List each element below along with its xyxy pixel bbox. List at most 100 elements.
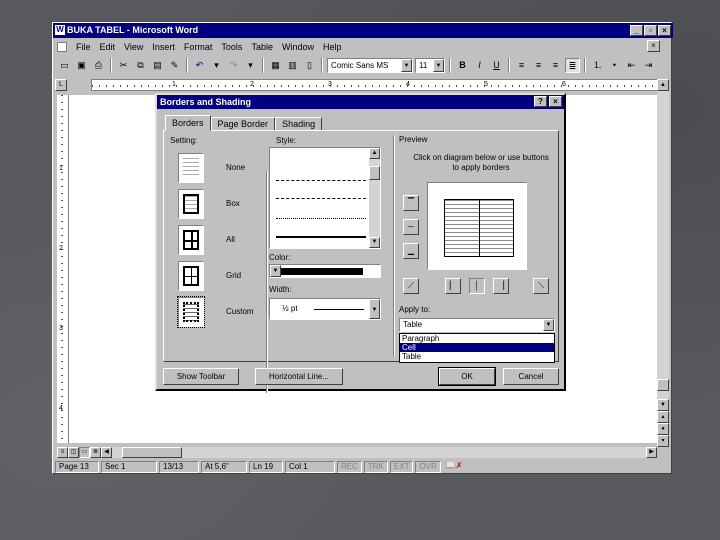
underline-icon[interactable]: U (489, 58, 504, 73)
scroll-right-icon[interactable]: ▶ (646, 446, 657, 458)
next-page-icon[interactable]: ▾ (657, 435, 669, 447)
chevron-down-icon[interactable]: ▼ (433, 58, 444, 72)
print-layout-view-icon[interactable]: ▭ (79, 446, 90, 458)
select-browse-object-icon[interactable]: ● (657, 423, 669, 435)
setting-custom[interactable]: Custom (177, 296, 254, 328)
menu-insert[interactable]: Insert (152, 42, 175, 52)
preview-diagram[interactable] (427, 182, 527, 270)
menu-help[interactable]: Help (323, 42, 342, 52)
align-center-icon[interactable]: ≡ (531, 58, 546, 73)
status-ovr[interactable]: OVR (415, 460, 441, 473)
right-border-icon[interactable]: ▕ (493, 278, 509, 294)
dialog-title-bar[interactable]: Borders and Shading ? × (157, 95, 564, 109)
align-left-icon[interactable]: ≡ (514, 58, 529, 73)
title-bar[interactable]: W BUKA TABEL - Microsoft Word _ ▫ × (53, 23, 673, 38)
copy-icon[interactable]: ⧉ (133, 58, 148, 73)
bullets-icon[interactable]: • (607, 58, 622, 73)
decrease-indent-icon[interactable]: ⇤ (624, 58, 639, 73)
setting-all[interactable]: All (178, 225, 235, 255)
align-right-icon[interactable]: ≡ (548, 58, 563, 73)
increase-indent-icon[interactable]: ⇥ (641, 58, 656, 73)
bold-icon[interactable]: B (455, 58, 470, 73)
menu-window[interactable]: Window (282, 42, 314, 52)
font-name-combo[interactable]: Comic Sans MS ▼ (327, 57, 413, 73)
bottom-border-icon[interactable]: ▁ (403, 243, 419, 259)
justify-icon[interactable]: ≣ (565, 57, 580, 73)
status-rec[interactable]: REC (337, 460, 362, 473)
format-painter-icon[interactable]: ✎ (167, 58, 182, 73)
chevron-down-icon[interactable]: ▼ (401, 58, 412, 72)
scroll-thumb[interactable] (657, 379, 669, 391)
vertical-ruler[interactable]: 1 2 3 4 (57, 95, 69, 443)
tab-page-border[interactable]: Page Border (210, 117, 276, 131)
insert-table-icon[interactable]: ▥ (285, 58, 300, 73)
undo-icon[interactable]: ↶ (192, 58, 207, 73)
style-option-double[interactable] (276, 236, 366, 238)
numbering-icon[interactable]: ⒈ (590, 58, 605, 73)
horizontal-ruler[interactable]: 1 2 3 4 5 6 (91, 79, 661, 91)
horizontal-scroll-track[interactable] (112, 446, 646, 458)
redo-icon[interactable]: ↷ (226, 58, 241, 73)
save-icon[interactable]: ▣ (74, 58, 89, 73)
scroll-thumb[interactable] (369, 166, 380, 180)
menu-table[interactable]: Table (251, 42, 273, 52)
ok-button[interactable]: OK (438, 367, 496, 386)
apply-to-combo[interactable]: Table ▼ (399, 318, 555, 332)
scroll-up-icon[interactable]: ▲ (657, 79, 669, 91)
menu-file[interactable]: File (76, 42, 91, 52)
close-button[interactable]: × (658, 25, 671, 36)
scroll-left-icon[interactable]: ◀ (101, 446, 112, 458)
tab-selector-icon[interactable]: L (55, 79, 67, 91)
font-size-combo[interactable]: 11 ▼ (415, 57, 445, 73)
undo-dropdown-icon[interactable]: ▾ (209, 58, 224, 73)
document-icon[interactable] (57, 41, 67, 52)
top-border-icon[interactable]: ▔ (403, 195, 419, 211)
style-scrollbar[interactable]: ▲ ▼ (369, 148, 380, 248)
help-button[interactable]: ? (534, 96, 547, 107)
left-border-icon[interactable]: ▏ (445, 278, 461, 294)
apply-option-cell[interactable]: Cell (400, 343, 554, 352)
normal-view-icon[interactable]: ≡ (57, 446, 68, 458)
style-option-dash-dot[interactable] (276, 198, 366, 199)
redo-dropdown-icon[interactable]: ▾ (243, 58, 258, 73)
print-icon[interactable]: ⎙ (91, 58, 106, 73)
scroll-down-icon[interactable]: ▼ (657, 399, 669, 411)
show-toolbar-button[interactable]: Show Toolbar (163, 368, 239, 385)
tables-borders-icon[interactable]: ▦ (268, 58, 283, 73)
color-combo[interactable]: ▼ (269, 264, 381, 278)
minimize-button[interactable]: _ (630, 25, 643, 36)
style-option-dash-dot-dot[interactable] (276, 218, 366, 219)
setting-box[interactable]: Box (178, 189, 240, 219)
inside-vertical-border-icon[interactable]: │ (469, 278, 485, 294)
chevron-down-icon[interactable]: ▼ (543, 319, 554, 331)
preview-table[interactable] (444, 199, 514, 257)
cancel-button[interactable]: Cancel (503, 368, 559, 385)
tab-borders[interactable]: Borders (165, 115, 211, 131)
new-document-icon[interactable]: ▭ (57, 58, 72, 73)
status-ext[interactable]: EXT (389, 460, 414, 473)
diagonal-up-border-icon[interactable]: ⟍ (533, 278, 549, 294)
inside-horizontal-border-icon[interactable]: ─ (403, 219, 419, 235)
menu-view[interactable]: View (124, 42, 143, 52)
menu-tools[interactable]: Tools (221, 42, 242, 52)
outline-view-icon[interactable]: ≣ (90, 446, 101, 458)
chevron-down-icon[interactable]: ▼ (369, 299, 380, 319)
tab-shading[interactable]: Shading (275, 117, 323, 131)
apply-option-table[interactable]: Table (400, 352, 554, 361)
setting-none[interactable]: None (178, 153, 245, 183)
apply-option-paragraph[interactable]: Paragraph (400, 334, 554, 343)
vertical-scrollbar[interactable]: ▲ ▼ ▴ ● ▾ (657, 79, 669, 447)
columns-icon[interactable]: ▯ (302, 58, 317, 73)
menu-format[interactable]: Format (184, 42, 213, 52)
paste-icon[interactable]: ▤ (150, 58, 165, 73)
style-listbox[interactable]: ▲ ▼ (269, 147, 381, 249)
setting-grid[interactable]: Grid (178, 261, 241, 291)
restore-button[interactable]: ▫ (644, 25, 657, 36)
document-close-button[interactable]: × (647, 40, 660, 52)
scroll-down-icon[interactable]: ▼ (369, 237, 380, 248)
diagonal-down-border-icon[interactable]: ⟋ (403, 278, 419, 294)
menu-edit[interactable]: Edit (100, 42, 116, 52)
style-option-dashed[interactable] (276, 180, 366, 181)
chevron-down-icon[interactable]: ▼ (270, 265, 281, 277)
horizontal-line-button[interactable]: Horizontal Line... (255, 368, 343, 385)
